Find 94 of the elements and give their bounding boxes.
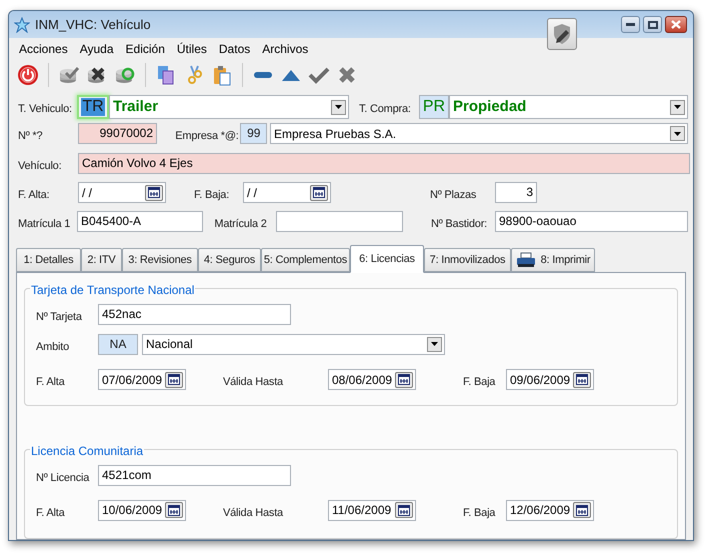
field-label: F. Baja <box>463 375 496 390</box>
calendar-button[interactable] <box>165 372 183 388</box>
code-field[interactable]: PR <box>419 95 449 119</box>
calendar-button[interactable] <box>145 184 163 201</box>
shield-pencil-icon <box>551 23 573 45</box>
code-field[interactable]: NA <box>98 334 138 355</box>
tab[interactable]: 3: Revisiones <box>122 248 198 272</box>
tab[interactable]: 6: Licencias <box>350 245 424 273</box>
input-field[interactable]: 99070002 <box>78 123 157 144</box>
date-field[interactable]: / / <box>78 182 166 204</box>
calendar-icon <box>576 374 588 386</box>
dropdown-field[interactable]: Trailer <box>109 95 349 119</box>
maximize-icon <box>648 20 658 28</box>
field-label: Nº Bastidor: <box>431 216 488 232</box>
tab[interactable]: 4: Seguros <box>198 248 261 272</box>
dropdown-field[interactable]: Propiedad <box>449 95 688 119</box>
field-label: Válida Hasta <box>223 375 284 390</box>
input-field[interactable]: 98900-oaouao <box>495 210 688 232</box>
caret-icon <box>674 105 681 109</box>
calendar-button[interactable] <box>310 184 328 201</box>
field-label: Nº *? <box>18 129 44 144</box>
date-field[interactable]: 07/06/2009 <box>98 369 186 390</box>
calendar-button[interactable] <box>573 502 591 518</box>
date-field[interactable]: 09/06/2009 <box>506 369 594 390</box>
dropdown-button[interactable] <box>670 126 685 142</box>
input-field[interactable]: 4521com <box>98 465 291 486</box>
menu-item[interactable]: Archivos <box>256 40 314 58</box>
close-icon <box>671 20 681 29</box>
input-field[interactable]: 452nac <box>98 304 291 326</box>
edit-mode-button[interactable] <box>547 18 577 50</box>
caret-icon <box>431 342 438 346</box>
minimize-button[interactable] <box>621 16 640 33</box>
field-label: Vehículo: <box>18 158 62 174</box>
calendar-icon <box>398 374 410 386</box>
dropdown-field[interactable]: Empresa Pruebas S.A. <box>270 123 688 144</box>
field-label: F. Alta <box>36 506 66 520</box>
field-label: Nº Tarjeta <box>36 310 83 325</box>
input-field[interactable]: Camión Volvo 4 Ejes <box>78 152 690 174</box>
field-label: Válida Hasta <box>223 506 284 520</box>
star-icon <box>14 16 30 32</box>
window-title: INM_VHC: Vehículo <box>35 16 151 34</box>
date-field[interactable]: 08/06/2009 <box>328 369 416 390</box>
code-field[interactable]: 99 <box>240 123 268 144</box>
menu-item[interactable]: Datos <box>212 40 256 58</box>
calendar-icon <box>313 187 325 198</box>
calendar-icon <box>168 504 180 516</box>
menu-item[interactable]: Acciones <box>13 40 74 58</box>
field-label: Matrícula 1 <box>18 216 72 232</box>
field-label: F. Baja <box>463 506 496 520</box>
field-label: Ambito <box>36 340 70 354</box>
field-label: Nº Plazas <box>430 188 478 203</box>
minimize-icon <box>626 23 635 26</box>
date-field[interactable]: 11/06/2009 <box>328 500 416 521</box>
calendar-icon <box>398 504 410 516</box>
calendar-button[interactable] <box>573 372 591 388</box>
tab[interactable]: 5: Complementos <box>261 248 350 272</box>
input-field[interactable] <box>276 210 404 232</box>
field-label: T. Vehiculo: <box>18 102 73 118</box>
caret-icon <box>335 105 342 109</box>
field-label: Empresa *@: <box>175 129 240 144</box>
date-field[interactable]: 12/06/2009 <box>506 500 594 521</box>
close-button[interactable] <box>665 16 687 33</box>
calendar-button[interactable] <box>395 372 413 388</box>
menu-item[interactable]: Edición <box>120 40 171 58</box>
field-label: Matrícula 2 <box>214 216 268 232</box>
calendar-button[interactable] <box>165 502 183 518</box>
field-label: F. Baja: <box>194 188 230 203</box>
tab[interactable]: 8: Imprimir <box>511 248 595 272</box>
field-label: T. Compra: <box>359 102 412 118</box>
input-field[interactable]: B045400-A <box>77 210 203 232</box>
input-field[interactable]: 3 <box>495 182 537 204</box>
date-field[interactable]: / / <box>243 182 331 204</box>
caret-icon <box>674 132 681 136</box>
power-icon[interactable] <box>16 62 40 86</box>
tab[interactable]: 2: ITV <box>81 248 122 272</box>
calendar-button[interactable] <box>395 502 413 518</box>
dropdown-button[interactable] <box>331 100 346 114</box>
dropdown-field[interactable]: Nacional <box>142 334 445 355</box>
menu-item[interactable]: Útiles <box>170 40 213 58</box>
menu-item[interactable]: Ayuda <box>74 40 120 58</box>
calendar-icon <box>576 504 588 516</box>
dropdown-button[interactable] <box>427 336 442 352</box>
printer-icon <box>516 252 536 268</box>
tab[interactable]: 1: Detalles <box>16 248 81 272</box>
code-field[interactable]: TR <box>77 95 109 119</box>
field-label: Nº Licencia <box>36 471 90 486</box>
tab[interactable]: 7: Inmovilizados <box>424 248 511 272</box>
dropdown-button[interactable] <box>670 100 685 114</box>
date-field[interactable]: 10/06/2009 <box>98 500 186 521</box>
maximize-button[interactable] <box>643 16 662 33</box>
calendar-icon <box>148 187 160 198</box>
calendar-icon <box>168 374 180 386</box>
field-label: F. Alta <box>36 375 66 390</box>
field-label: F. Alta: <box>18 188 50 203</box>
